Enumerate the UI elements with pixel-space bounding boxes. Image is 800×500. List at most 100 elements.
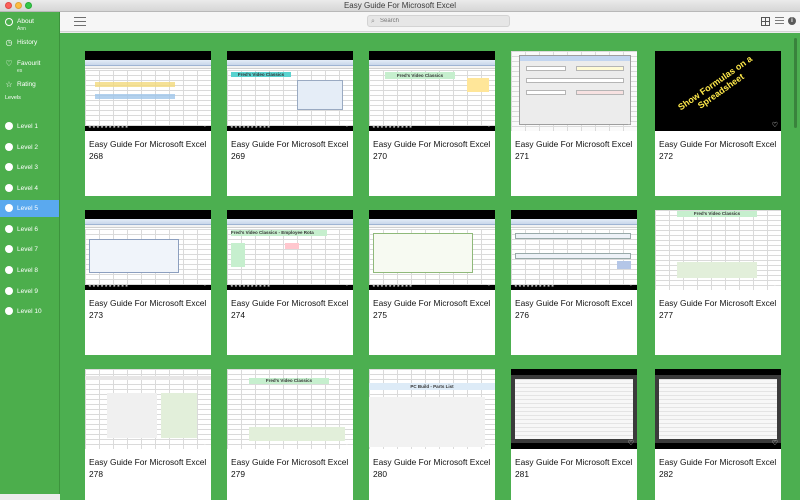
lesson-title: Easy Guide For Microsoft Excel 273 xyxy=(89,298,207,320)
level-bullet-icon xyxy=(5,204,13,212)
favourite-heart-icon[interactable]: ♡ xyxy=(344,281,350,289)
lesson-card[interactable]: ♡ Easy Guide For Microsoft Excel 278 xyxy=(85,369,211,500)
lesson-card[interactable]: Fred's Video Classics ★★★★★★★★★★ ♡ Easy … xyxy=(227,51,353,196)
info-button-icon[interactable]: i xyxy=(788,17,796,25)
sidebar-item-label: Favourit xyxy=(17,60,41,67)
lesson-thumbnail: ★★★★★★★★★★ ♡ xyxy=(369,210,495,290)
favourite-heart-icon[interactable]: ♡ xyxy=(344,440,350,448)
lesson-title: Easy Guide For Microsoft Excel 281 xyxy=(515,457,633,479)
lesson-title: Easy Guide For Microsoft Excel 277 xyxy=(659,298,777,320)
lesson-title: Easy Guide For Microsoft Excel 276 xyxy=(515,298,633,320)
sidebar-item-label: Level 9 xyxy=(17,288,38,295)
sidebar-item-level-3[interactable]: Level 3 xyxy=(0,159,59,176)
favourite-heart-icon[interactable]: ♡ xyxy=(486,440,492,448)
lesson-title: Easy Guide For Microsoft Excel 279 xyxy=(231,457,349,479)
favourite-heart-icon[interactable]: ♡ xyxy=(628,281,634,289)
lesson-title: Easy Guide For Microsoft Excel 270 xyxy=(373,139,491,161)
sidebar-item-label: Level 4 xyxy=(17,185,38,192)
sidebar-item-sublabel: Ann xyxy=(17,26,26,32)
search-icon: ⌕ xyxy=(371,18,375,25)
lesson-thumbnail: PC Build - Parts List ♡ xyxy=(369,369,495,449)
sidebar-item-favourites[interactable]: ♡ Favourit es xyxy=(0,60,59,75)
lesson-card[interactable]: ★★★★★★★★★★ ♡ Easy Guide For Microsoft Ex… xyxy=(369,210,495,355)
info-icon xyxy=(5,18,13,26)
sidebar-item-level-8[interactable]: Level 8 xyxy=(0,262,59,279)
sidebar-item-label: About xyxy=(17,18,34,25)
favourite-heart-icon[interactable]: ♡ xyxy=(344,122,350,130)
sidebar-item-about[interactable]: About Ann xyxy=(0,18,59,32)
favourite-heart-icon[interactable]: ♡ xyxy=(772,122,778,130)
star-icon: ☆ xyxy=(5,80,13,89)
lesson-thumbnail: ♡ xyxy=(655,369,781,449)
lesson-thumbnail: ♡ xyxy=(511,51,637,131)
sidebar-item-label: Level 5 xyxy=(17,205,38,212)
level-bullet-icon xyxy=(5,225,13,233)
favourite-heart-icon[interactable]: ♡ xyxy=(486,122,492,130)
favourite-heart-icon[interactable]: ♡ xyxy=(202,122,208,130)
lesson-card[interactable]: Fred's Video Classics ★★★★★★★★★★ ♡ Easy … xyxy=(369,51,495,196)
sidebar-item-level-9[interactable]: Level 9 xyxy=(0,283,59,300)
favourite-heart-icon[interactable]: ♡ xyxy=(628,122,634,130)
content-scrollbar[interactable] xyxy=(794,38,798,493)
search-field[interactable]: ⌕ xyxy=(367,15,510,27)
sidebar-item-level-5[interactable]: Level 5 xyxy=(0,200,59,217)
lesson-thumbnail: ★★★★★★★★★★ ♡ xyxy=(511,210,637,290)
lesson-card[interactable]: Fred's Video Classics - Employee Rota ★★… xyxy=(227,210,353,355)
favourite-heart-icon[interactable]: ♡ xyxy=(202,440,208,448)
sidebar-item-label: Level 6 xyxy=(17,226,38,233)
sidebar-item-rating[interactable]: ☆ Rating xyxy=(0,81,59,89)
rating-stars-icon: ★★★★★★★★★★ xyxy=(372,283,413,288)
level-bullet-icon xyxy=(5,287,13,295)
list-view-icon[interactable] xyxy=(775,17,784,26)
favourite-heart-icon[interactable]: ♡ xyxy=(772,281,778,289)
rating-stars-icon: ★★★★★★★★★★ xyxy=(88,283,129,288)
sidebar-item-label: Level 8 xyxy=(17,267,38,274)
lesson-card[interactable]: ♡ Easy Guide For Microsoft Excel 282 xyxy=(655,369,781,500)
search-input[interactable] xyxy=(380,16,506,26)
sidebar-item-level-1[interactable]: Level 1 xyxy=(0,118,59,135)
favourite-heart-icon[interactable]: ♡ xyxy=(772,440,778,448)
lesson-grid: ★★★★★★★★★★ ♡ Easy Guide For Microsoft Ex… xyxy=(60,33,800,500)
sidebar-item-label: Rating xyxy=(17,81,36,88)
lesson-title: Easy Guide For Microsoft Excel 272 xyxy=(659,139,777,161)
lesson-thumbnail: Show Formulas on a Spreadsheet ♡ xyxy=(655,51,781,131)
favourite-heart-icon[interactable]: ♡ xyxy=(486,281,492,289)
lesson-thumbnail: Fred's Video Classics ★★★★★★★★★★ ♡ xyxy=(369,51,495,131)
sidebar-item-label: Level 10 xyxy=(17,308,42,315)
lesson-card[interactable]: PC Build - Parts List ♡ Easy Guide For M… xyxy=(369,369,495,500)
sidebar-item-label: History xyxy=(17,39,38,46)
sidebar-item-level-10[interactable]: Level 10 xyxy=(0,303,59,320)
lesson-thumbnail: Fred's Video Classics - Employee Rota ★★… xyxy=(227,210,353,290)
sidebar-item-level-2[interactable]: Level 2 xyxy=(0,139,59,156)
level-bullet-icon xyxy=(5,143,13,151)
lesson-title: Easy Guide For Microsoft Excel 275 xyxy=(373,298,491,320)
lesson-card[interactable]: Fred's Video Classics ♡ Easy Guide For M… xyxy=(655,210,781,355)
sidebar-item-level-6[interactable]: Level 6 xyxy=(0,221,59,238)
lesson-card[interactable]: Fred's Video Classics ♡ Easy Guide For M… xyxy=(227,369,353,500)
grid-view-icon[interactable] xyxy=(761,17,770,26)
levels-heading: Levels xyxy=(5,95,21,101)
sidebar-item-history[interactable]: ◷ History xyxy=(0,39,59,47)
lesson-title: Easy Guide For Microsoft Excel 271 xyxy=(515,139,633,161)
sidebar-item-label: Level 7 xyxy=(17,246,38,253)
lesson-card[interactable]: ♡ Easy Guide For Microsoft Excel 281 xyxy=(511,369,637,500)
favourite-heart-icon[interactable]: ♡ xyxy=(628,440,634,448)
level-bullet-icon xyxy=(5,163,13,171)
lesson-card[interactable]: Show Formulas on a Spreadsheet ♡ Easy Gu… xyxy=(655,51,781,196)
lesson-card[interactable]: ♡ Easy Guide For Microsoft Excel 271 xyxy=(511,51,637,196)
lesson-thumbnail: ♡ xyxy=(85,369,211,449)
lesson-card[interactable]: ★★★★★★★★★★ ♡ Easy Guide For Microsoft Ex… xyxy=(511,210,637,355)
lesson-thumbnail: Fred's Video Classics ★★★★★★★★★★ ♡ xyxy=(227,51,353,131)
rating-stars-icon: ★★★★★★★★★★ xyxy=(372,124,413,129)
favourite-heart-icon[interactable]: ♡ xyxy=(202,281,208,289)
lesson-title: Easy Guide For Microsoft Excel 268 xyxy=(89,139,207,161)
lesson-card[interactable]: ★★★★★★★★★★ ♡ Easy Guide For Microsoft Ex… xyxy=(85,210,211,355)
lesson-card[interactable]: ★★★★★★★★★★ ♡ Easy Guide For Microsoft Ex… xyxy=(85,51,211,196)
lesson-thumbnail: ♡ xyxy=(511,369,637,449)
level-bullet-icon xyxy=(5,184,13,192)
sidebar-item-level-7[interactable]: Level 7 xyxy=(0,241,59,258)
title-bar: Easy Guide For Microsoft Excel xyxy=(0,0,800,12)
sidebar-item-level-4[interactable]: Level 4 xyxy=(0,180,59,197)
menu-toggle-icon[interactable] xyxy=(74,17,86,26)
lesson-title: Easy Guide For Microsoft Excel 269 xyxy=(231,139,349,161)
